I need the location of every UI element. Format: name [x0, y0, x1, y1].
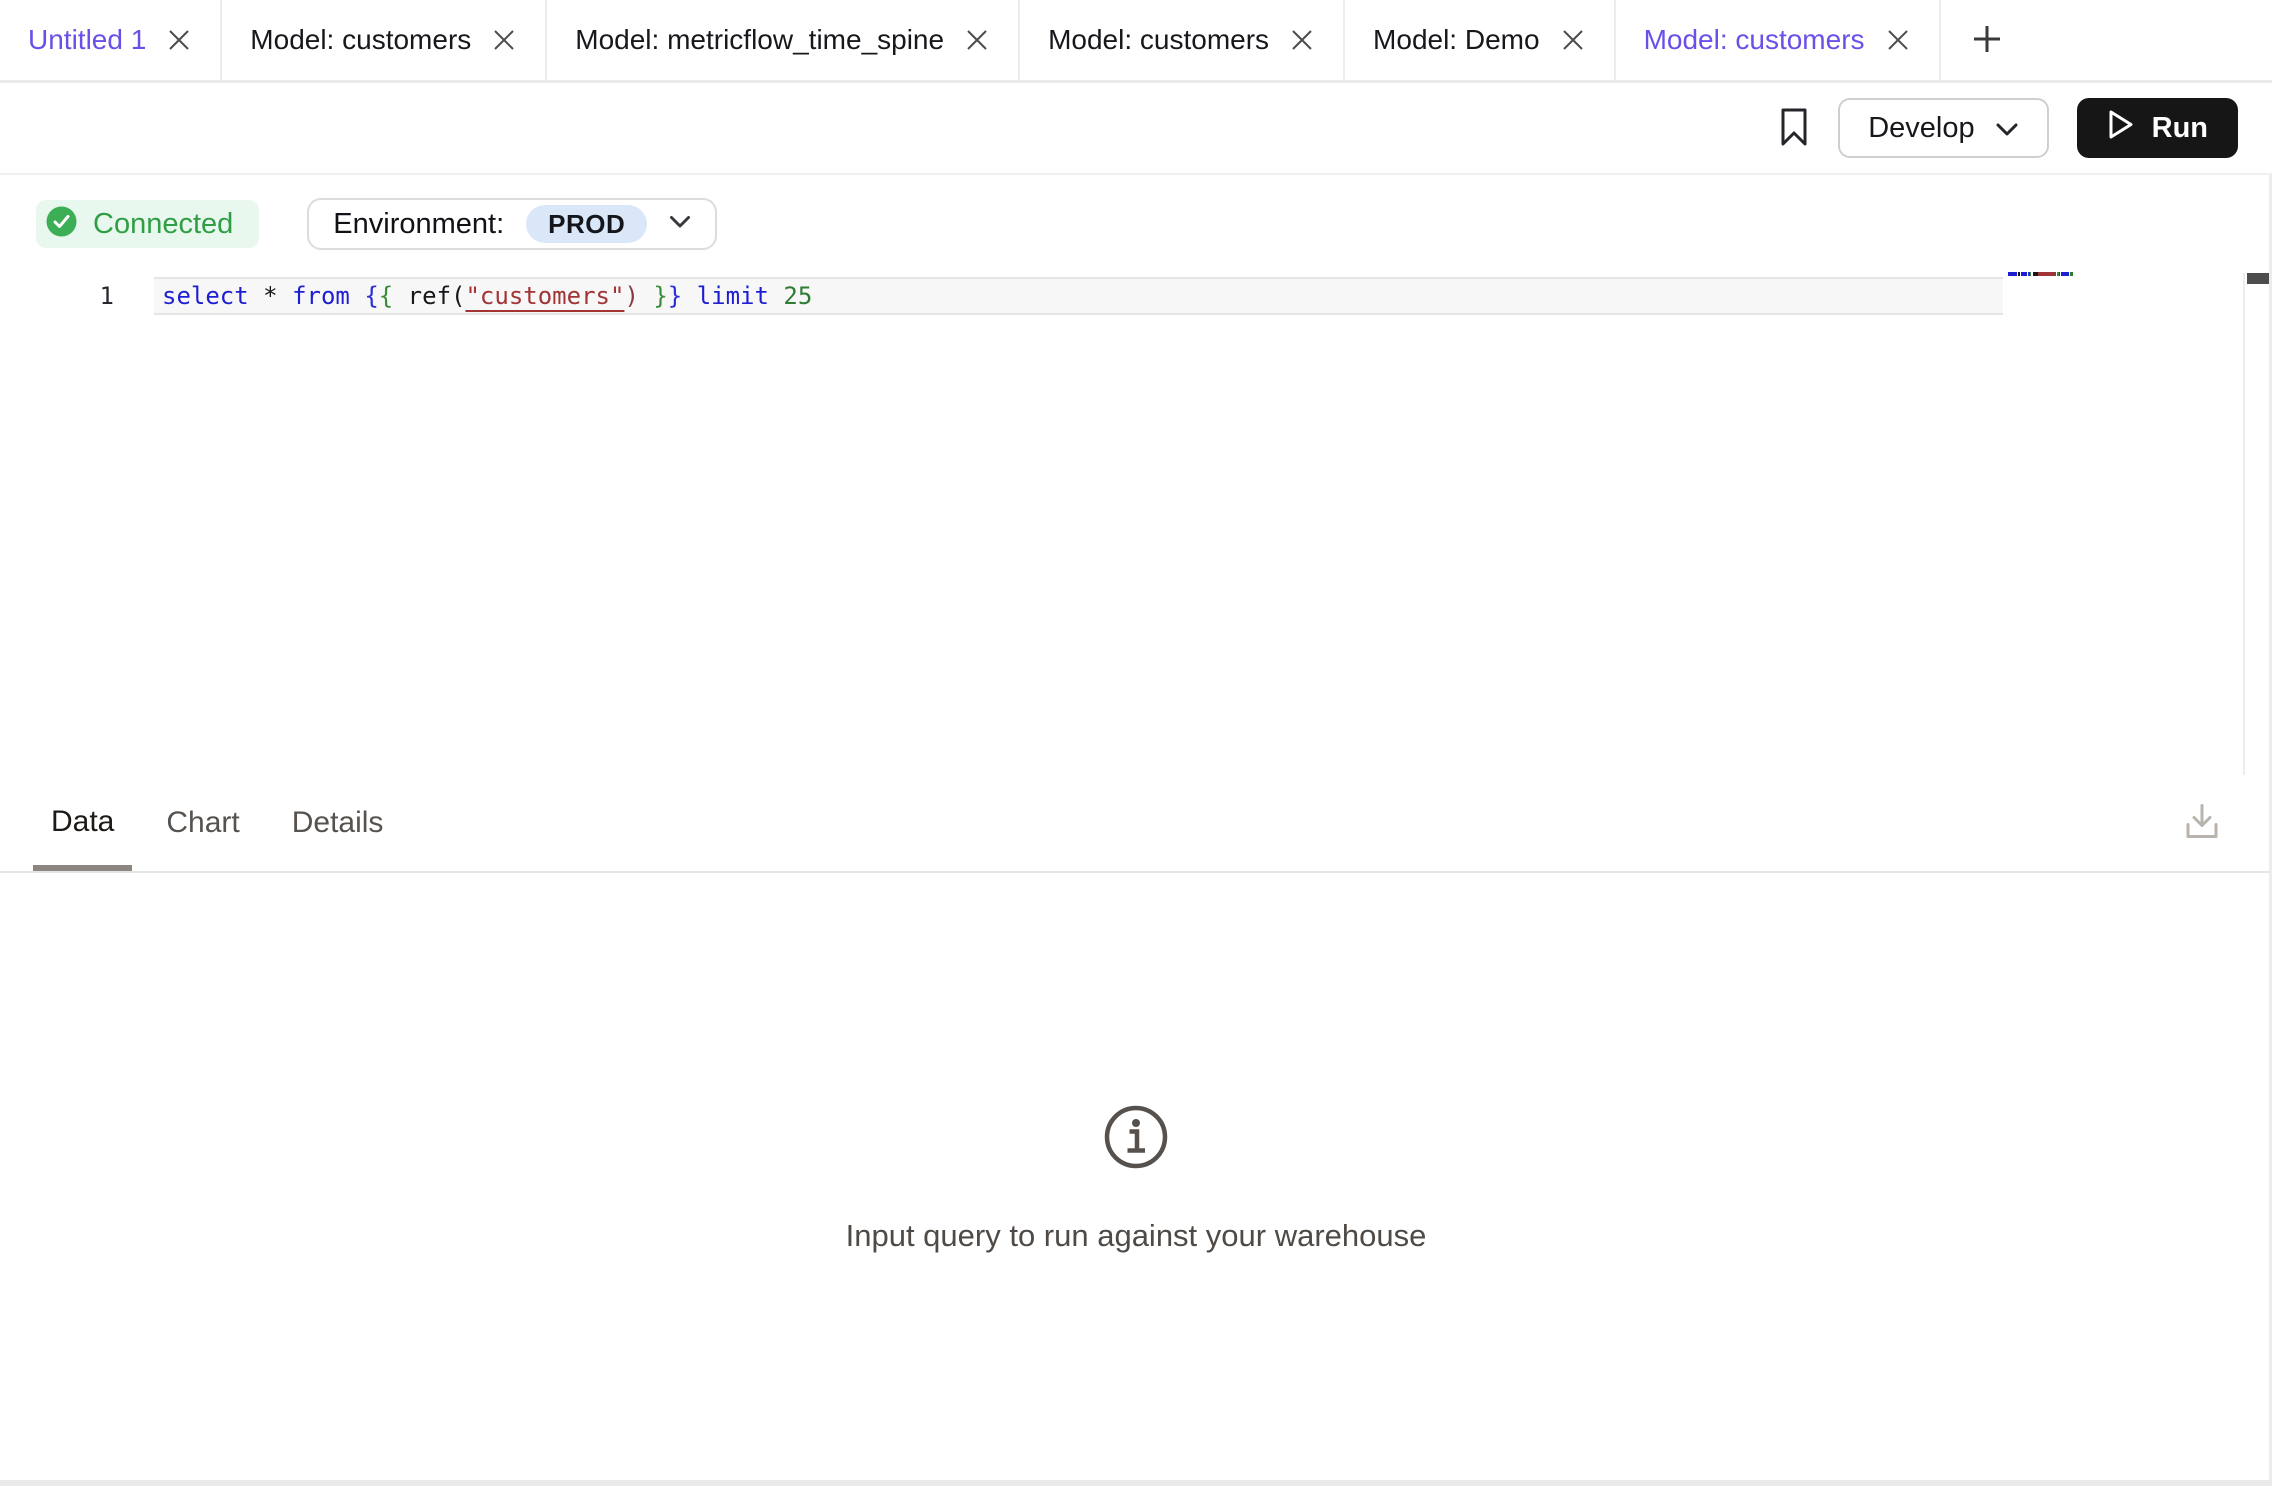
- code-token: 25: [783, 282, 812, 310]
- bottom-divider: [0, 1480, 2272, 1486]
- code-token: *: [263, 282, 277, 310]
- develop-menu-button[interactable]: Develop: [1838, 98, 2048, 158]
- minimap-segment: [2038, 272, 2054, 276]
- run-button[interactable]: Run: [2077, 98, 2238, 158]
- close-icon[interactable]: [1560, 27, 1586, 53]
- code-token: [769, 282, 783, 310]
- chevron-down-icon: [1995, 112, 2019, 145]
- code-line-1[interactable]: 1 select * from {{ ref("customers") }} l…: [0, 277, 2272, 315]
- results-tab-details[interactable]: Details: [274, 775, 402, 871]
- dbt-ide-app: Untitled 1 Model: customers Model: metricf…: [0, 0, 2272, 1486]
- tab-model-customers[interactable]: Model: customers: [222, 0, 547, 80]
- code-token: [393, 282, 407, 310]
- chevron-down-icon: [669, 215, 691, 234]
- close-icon[interactable]: [1885, 27, 1911, 53]
- bookmark-button[interactable]: [1778, 107, 1810, 150]
- plus-icon: [1970, 22, 2004, 59]
- play-icon: [2107, 109, 2134, 148]
- connection-status-row: Connected Environment: PROD: [0, 175, 2272, 250]
- code-text[interactable]: select * from {{ ref("customers") }} lim…: [162, 277, 812, 315]
- environment-value-badge: PROD: [526, 205, 647, 243]
- sql-editor-pane[interactable]: Connected Environment: PROD 1 select * f…: [0, 175, 2272, 775]
- code-token: }: [653, 282, 667, 310]
- results-tab-data[interactable]: Data: [33, 775, 132, 871]
- editor-minimap: [2008, 271, 2073, 277]
- code-token: [249, 282, 263, 310]
- code-token: from: [292, 282, 350, 310]
- close-icon[interactable]: [491, 27, 517, 53]
- check-circle-icon: [46, 206, 77, 242]
- code-token: ): [624, 282, 638, 310]
- results-tab-chart[interactable]: Chart: [148, 775, 257, 871]
- tab-model-metricflow-time-spine[interactable]: Model: metricflow_time_spine: [547, 0, 1020, 80]
- download-icon: [2184, 803, 2220, 844]
- code-token: {: [364, 282, 378, 310]
- tab-label: Model: customers: [1644, 24, 1865, 56]
- code-token: }: [668, 282, 682, 310]
- bookmark-icon: [1778, 107, 1810, 150]
- results-empty-state: Input query to run against your warehous…: [0, 1103, 2272, 1254]
- tab-model-customers[interactable]: Model: customers: [1020, 0, 1345, 80]
- info-icon: [1102, 1103, 1170, 1176]
- editor-scrollbar[interactable]: [2243, 273, 2272, 775]
- results-panel: DataChartDetails Input query to run agai…: [0, 775, 2272, 1254]
- develop-label: Develop: [1868, 112, 1974, 145]
- minimap-segment: [2061, 272, 2068, 276]
- tab-model-customers[interactable]: Model: customers: [1616, 0, 1941, 80]
- tab-label: Model: metricflow_time_spine: [575, 24, 944, 56]
- close-icon[interactable]: [166, 27, 192, 53]
- code-token: select: [162, 282, 249, 310]
- environment-label: Environment:: [333, 208, 504, 241]
- tab-model-demo[interactable]: Model: Demo: [1345, 0, 1616, 80]
- tab-label: Model: customers: [250, 24, 471, 56]
- new-tab-button[interactable]: [1941, 0, 2033, 80]
- tab-label: Untitled 1: [28, 24, 146, 56]
- empty-state-message: Input query to run against your warehous…: [846, 1218, 1427, 1254]
- download-results-button[interactable]: [2184, 803, 2220, 844]
- code-token: "customers": [465, 282, 624, 310]
- code-token: [350, 282, 364, 310]
- connection-status-badge: Connected: [36, 200, 259, 248]
- toolbar: Develop Run: [0, 83, 2272, 175]
- tab-untitled-1[interactable]: Untitled 1: [0, 0, 222, 80]
- code-token: {: [379, 282, 393, 310]
- tab-label: Model: customers: [1048, 24, 1269, 56]
- code-token: [639, 282, 653, 310]
- tab-label: Model: Demo: [1373, 24, 1540, 56]
- line-number-gutter: 1: [0, 277, 114, 315]
- connected-label: Connected: [93, 208, 233, 241]
- minimap-segment: [2008, 272, 2017, 276]
- code-token: (: [451, 282, 465, 310]
- results-tab-bar: DataChartDetails: [0, 775, 2272, 873]
- minimap-segment: [2070, 272, 2073, 276]
- close-icon[interactable]: [1289, 27, 1315, 53]
- environment-selector[interactable]: Environment: PROD: [307, 198, 717, 250]
- code-token: limit: [697, 282, 769, 310]
- code-token: [278, 282, 292, 310]
- code-token: [682, 282, 696, 310]
- editor-tab-bar: Untitled 1 Model: customers Model: metricf…: [0, 0, 2272, 83]
- run-label: Run: [2152, 112, 2208, 145]
- close-icon[interactable]: [964, 27, 990, 53]
- code-token: ref: [408, 282, 451, 310]
